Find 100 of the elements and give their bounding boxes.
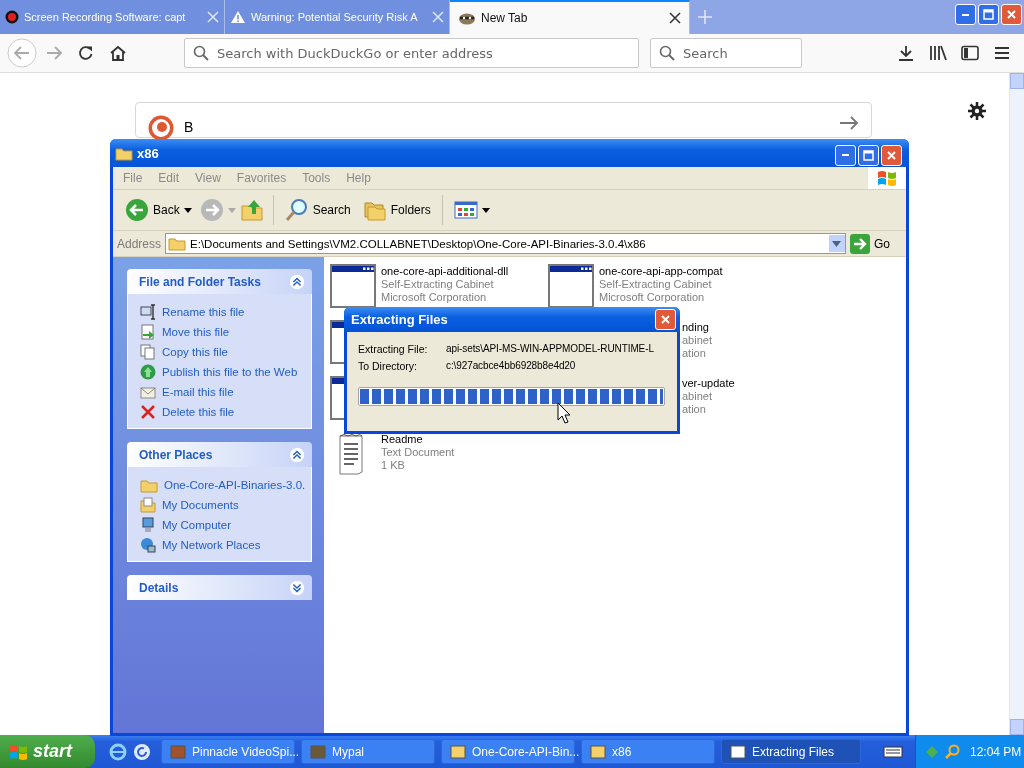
- task-link[interactable]: One-Core-API-Binaries-3.0.: [140, 475, 303, 495]
- menu-item[interactable]: Edit: [150, 171, 188, 185]
- search-icon: [284, 198, 309, 222]
- file-name: ver-update: [682, 377, 735, 390]
- task-link[interactable]: My Documents: [140, 495, 303, 515]
- folder-icon: [115, 145, 133, 161]
- clock: 12:04 PM: [970, 744, 1022, 759]
- search-field[interactable]: Search: [650, 38, 802, 68]
- sidebar-icon[interactable]: [961, 45, 979, 61]
- address-field[interactable]: E:\Documents and Settings\VM2.COLLABNET\Desktop\One-Core-API-Binaries-3.0.4\x86: [165, 233, 846, 254]
- close-button[interactable]: [655, 309, 676, 330]
- taskbar-button[interactable]: x86: [581, 739, 715, 764]
- file-type: abinet: [682, 390, 713, 403]
- copy-icon: [140, 344, 156, 360]
- folders-button[interactable]: Folders: [358, 197, 435, 223]
- file-type: Self-Extracting Cabinet: [381, 278, 495, 291]
- views-icon: [453, 201, 478, 219]
- panel-header[interactable]: Details: [127, 575, 312, 600]
- menu-item[interactable]: Tools: [294, 171, 339, 185]
- refresh-icon[interactable]: [133, 742, 151, 761]
- download-icon[interactable]: [898, 45, 914, 61]
- expand-icon[interactable]: [288, 578, 306, 597]
- address-field[interactable]: Search with DuckDuckGo or enter address: [184, 38, 639, 68]
- search-icon: [659, 45, 675, 61]
- close-icon: [660, 314, 671, 325]
- arrow-icon[interactable]: [839, 115, 859, 131]
- menu-item[interactable]: View: [187, 171, 229, 185]
- start-button[interactable]: start: [0, 735, 95, 768]
- search-button[interactable]: Search: [280, 196, 355, 224]
- collapse-icon[interactable]: [288, 445, 306, 464]
- browser-tab[interactable]: New Tab: [450, 0, 690, 34]
- documents-icon: [140, 497, 156, 513]
- panel-header[interactable]: Other Places: [127, 442, 312, 467]
- menu-item[interactable]: File: [115, 171, 151, 185]
- minimize-button[interactable]: [955, 4, 976, 25]
- back-button[interactable]: Back: [121, 196, 196, 224]
- text-file[interactable]: Readme Text Document 1 KB: [330, 432, 548, 488]
- close-tab-icon[interactable]: [669, 12, 681, 24]
- file-type: Self-Extracting Cabinet: [599, 278, 713, 291]
- taskbar-button[interactable]: Extracting Files: [721, 739, 861, 764]
- panel-header[interactable]: File and Folder Tasks: [127, 269, 312, 294]
- caret-icon: [227, 207, 236, 213]
- field-value: c:\927acbce4bb6928b8e4d20: [446, 360, 577, 372]
- windows-logo-icon: [876, 169, 898, 187]
- task-link[interactable]: Copy this file: [140, 342, 303, 362]
- home-icon[interactable]: [109, 45, 127, 61]
- task-link[interactable]: My Network Places: [140, 535, 303, 555]
- keyboard-icon[interactable]: [883, 744, 903, 759]
- field-label: Extracting File:: [358, 343, 429, 355]
- task-link[interactable]: My Computer: [140, 515, 303, 535]
- task-link[interactable]: Delete this file: [140, 402, 303, 422]
- file-type: Text Document: [381, 446, 455, 459]
- go-button[interactable]: Go: [850, 233, 902, 254]
- record-icon: [5, 10, 19, 24]
- task-link[interactable]: E-mail this file: [140, 382, 303, 402]
- windows-logo-icon: [8, 742, 28, 761]
- window-icon: [330, 264, 376, 308]
- task-link[interactable]: Rename this file: [140, 302, 303, 322]
- taskbar-button[interactable]: Mypal: [301, 739, 435, 764]
- delete-icon: [140, 404, 156, 420]
- close-button[interactable]: [1001, 4, 1022, 25]
- maximize-button[interactable]: [858, 144, 879, 166]
- move-icon: [140, 324, 156, 340]
- rename-icon: [140, 304, 156, 320]
- settings-icon[interactable]: [968, 102, 986, 120]
- folder-icon: [168, 236, 187, 251]
- browser-tab[interactable]: Screen Recording Software: capt: [0, 0, 225, 34]
- folder-icon: [140, 477, 158, 493]
- minimize-button[interactable]: [835, 144, 856, 166]
- up-folder-icon[interactable]: [239, 198, 266, 222]
- minimize-icon: [962, 13, 969, 16]
- logo-icon: [148, 115, 174, 141]
- menu-item[interactable]: Help: [338, 171, 379, 185]
- collapse-icon[interactable]: [288, 272, 306, 291]
- task-link[interactable]: Move this file: [140, 322, 303, 342]
- file-name: one-core-api-app-compat: [599, 265, 723, 278]
- reload-icon[interactable]: [78, 45, 94, 61]
- file-detail: ation: [682, 403, 707, 416]
- menu-icon[interactable]: [994, 46, 1010, 60]
- caret-icon: [481, 207, 490, 213]
- library-icon[interactable]: [929, 45, 947, 61]
- task-icon: [590, 743, 606, 760]
- file-name: Readme: [381, 433, 424, 446]
- globe-icon: [140, 364, 156, 380]
- browser-tab[interactable]: Warning: Potential Security Risk A: [225, 0, 450, 34]
- field-label: To Directory:: [358, 360, 418, 372]
- close-button[interactable]: [881, 144, 902, 166]
- maximize-button[interactable]: [978, 4, 999, 25]
- scrollbar[interactable]: [1009, 73, 1024, 735]
- network-icon: [140, 537, 156, 553]
- warning-icon: [230, 10, 246, 24]
- task-link[interactable]: Publish this file to the Web: [140, 362, 303, 382]
- caret-icon: [183, 207, 192, 213]
- window-title: x86: [137, 145, 159, 161]
- mascot-icon: [458, 11, 476, 25]
- close-icon: [886, 149, 897, 161]
- browser-icon[interactable]: [109, 742, 127, 761]
- envelope-icon: [140, 384, 156, 400]
- close-icon: [1006, 9, 1017, 20]
- menu-item[interactable]: Favorites: [228, 171, 295, 185]
